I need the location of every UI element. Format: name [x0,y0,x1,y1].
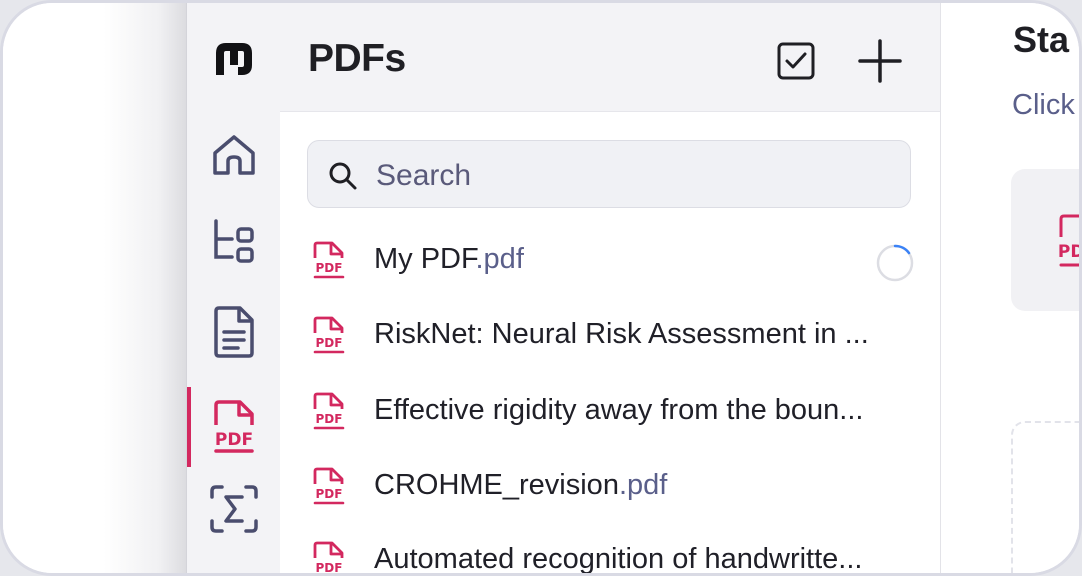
rail-documents[interactable] [187,300,280,364]
detail-subtext: Click [1012,89,1075,121]
file-name: Effective rigidity away from the boun... [374,394,914,427]
drop-zone[interactable] [1011,421,1079,573]
file-extension: .pdf [475,243,524,275]
pdf-icon: PDF [213,400,254,453]
file-name: Automated recognition of handwritte... [374,543,914,575]
upload-card[interactable]: PDF [1011,169,1082,311]
svg-text:PDF: PDF [316,412,343,426]
panel-title: PDFs [308,37,406,80]
loading-spinner-icon [876,244,914,282]
rail-hierarchy[interactable] [187,209,280,273]
select-mode-button[interactable] [774,39,818,83]
search-box[interactable] [307,140,911,208]
app-logo-icon [215,43,252,75]
app-window: PDF PDFs Search PDF My PDF.pdf PDF RiskN… [0,0,1082,576]
rail-home[interactable] [187,123,280,187]
svg-text:PDF: PDF [316,336,343,350]
detail-heading: Sta [1013,19,1070,60]
detail-pane: Sta Click PDF [941,3,1079,573]
file-row[interactable]: PDF Effective rigidity away from the bou… [280,374,940,448]
svg-text:PDF: PDF [316,261,343,275]
file-basename: Effective rigidity away from the boun... [374,394,864,426]
rail-formulas[interactable] [187,477,280,541]
sigma-icon [209,485,258,533]
document-icon [213,306,254,358]
search-input[interactable] [374,155,898,197]
file-name: RiskNet: Neural Risk Assessment in ... [374,318,914,351]
pdf-file-icon: PDF [313,316,345,354]
pdf-file-icon: PDF [313,241,345,279]
svg-text:PDF: PDF [1058,242,1082,262]
svg-text:PDF: PDF [316,487,343,501]
backdrop-gradient [3,3,186,573]
home-icon [212,135,255,175]
add-pdf-button[interactable] [858,39,902,83]
search-icon [329,162,357,190]
svg-text:PDF: PDF [214,430,252,450]
file-extension: .pdf [618,469,668,501]
icon-rail: PDF [186,3,281,573]
file-basename: RiskNet: Neural Risk Assessment in ... [374,318,869,350]
pdf-file-icon: PDF [1058,214,1082,267]
file-row[interactable]: PDF RiskNet: Neural Risk Assessment in .… [280,298,940,372]
hierarchy-icon [213,219,254,263]
file-name: CROHME_revision.pdf [374,469,914,502]
file-row[interactable]: PDF Automated recognition of handwritte.… [280,523,940,575]
file-name: My PDF.pdf [374,243,914,276]
pdf-file-icon: PDF [313,467,345,505]
panel-header: PDFs [280,3,940,112]
pdf-file-icon: PDF [313,541,344,575]
file-basename: Automated recognition of handwritte... [374,543,863,575]
file-basename: CROHME_revision [374,469,619,501]
svg-text:PDF: PDF [316,561,343,575]
pdf-list-panel: PDFs Search PDF My PDF.pdf PDF RiskNet: … [280,3,941,573]
plus-icon [858,39,902,83]
rail-pdfs[interactable]: PDF [187,387,280,467]
pdf-file-icon: PDF [313,392,345,430]
file-row[interactable]: PDF CROHME_revision.pdf [280,449,940,523]
file-row[interactable]: PDF My PDF.pdf [280,223,940,297]
file-basename: My PDF [374,243,476,275]
checkbox-icon [777,42,815,80]
app-logo[interactable] [187,27,280,91]
